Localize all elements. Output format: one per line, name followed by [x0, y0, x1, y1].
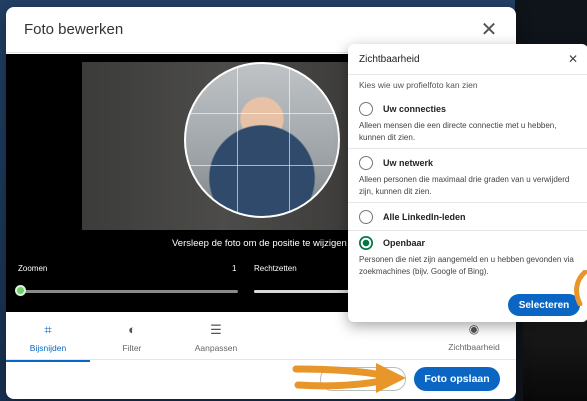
option-label: Uw netwerk	[383, 158, 434, 168]
straighten-slider-fill	[254, 290, 354, 293]
zoom-value: 1	[232, 264, 237, 273]
option-label: Alle LinkedIn-leden	[383, 212, 466, 222]
crop-circle[interactable]	[184, 62, 340, 218]
option-description: Alleen personen die maximaal drie graden…	[359, 175, 570, 196]
radio-public[interactable]	[359, 236, 373, 250]
tab-filter[interactable]: ◐ Filter	[90, 312, 174, 362]
divider	[348, 74, 587, 75]
popover-title: Zichtbaarheid	[359, 53, 420, 65]
zoom-label: Zoomen	[18, 264, 48, 273]
crop-grid	[186, 64, 338, 216]
option-all-members[interactable]: Alle LinkedIn-leden	[348, 206, 587, 228]
option-description: Personen die niet zijn aangemeld en u he…	[359, 255, 574, 276]
option-network[interactable]: Uw netwerk Alleen personen die maximaal …	[348, 152, 587, 197]
sliders-icon: ☰	[210, 321, 222, 337]
close-icon[interactable]: ✕	[476, 17, 502, 43]
save-photo-button[interactable]: Foto opslaan	[414, 367, 500, 391]
radio-network[interactable]	[359, 156, 373, 170]
tab-crop-label: Bijsnijden	[29, 342, 67, 353]
filter-icon: ◐	[128, 322, 136, 337]
tab-crop[interactable]: ⌗ Bijsnijden	[6, 312, 90, 362]
annotation-arrow	[292, 363, 406, 393]
popover-subtitle: Kies wie uw profielfoto kan zien	[359, 80, 478, 90]
annotation-hook	[574, 270, 587, 306]
tab-adjust[interactable]: ☰ Aanpassen	[174, 312, 258, 362]
drag-hint: Versleep de foto om de positie te wijzig…	[172, 238, 347, 249]
option-public[interactable]: Openbaar Personen die niet zijn aangemel…	[348, 232, 587, 277]
option-description: Alleen mensen die een directe connectie …	[359, 121, 557, 142]
visibility-popover: Zichtbaarheid ✕ Kies wie uw profielfoto …	[348, 44, 587, 322]
popover-header: Zichtbaarheid ✕	[348, 44, 587, 74]
option-label: Uw connecties	[383, 104, 447, 114]
close-icon[interactable]: ✕	[568, 52, 578, 66]
eye-icon: ◉	[468, 322, 480, 336]
radio-all-members[interactable]	[359, 210, 373, 224]
option-label: Openbaar	[383, 238, 426, 248]
crop-icon: ⌗	[44, 321, 52, 337]
tab-adjust-label: Aanpassen	[194, 342, 238, 353]
radio-connections[interactable]	[359, 102, 373, 116]
zoom-slider-thumb[interactable]	[15, 285, 26, 296]
tab-filter-label: Filter	[122, 342, 142, 353]
option-connections[interactable]: Uw connecties Alleen mensen die een dire…	[348, 98, 587, 143]
divider	[348, 148, 587, 149]
divider	[348, 202, 587, 203]
modal-title: Foto bewerken	[24, 21, 124, 38]
zoom-slider-track[interactable]	[20, 290, 238, 293]
divider	[348, 230, 587, 231]
modal-footer: Foto opslaan	[6, 359, 516, 399]
visibility-label: Zichtbaarheid	[448, 342, 500, 352]
straighten-label: Rechtzetten	[254, 264, 297, 273]
